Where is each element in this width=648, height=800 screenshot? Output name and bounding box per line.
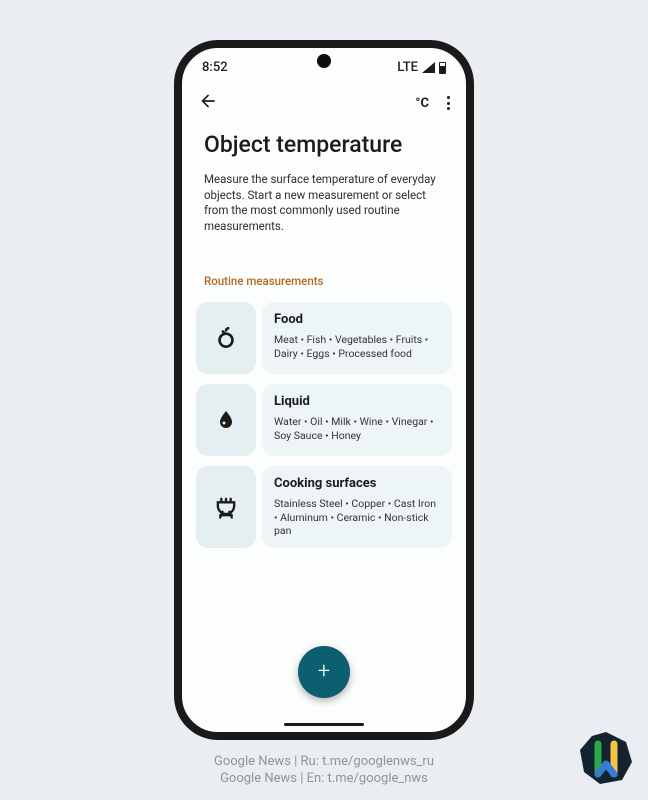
battery-icon <box>439 62 446 74</box>
image-caption: Google News | Ru: t.me/googlenws_ru Goog… <box>214 754 434 788</box>
status-time: 8:52 <box>202 60 228 75</box>
card-text: Stainless Steel • Copper • Cast Iron • A… <box>274 497 440 538</box>
plus-icon: + <box>318 661 330 683</box>
card-liquid[interactable]: Liquid Water • Oil • Milk • Wine • Vineg… <box>196 384 452 456</box>
app-bar: °C <box>182 79 466 123</box>
caption-line-1: Google News | Ru: t.me/googlenws_ru <box>214 754 434 771</box>
grill-icon <box>196 466 256 548</box>
gesture-nav-handle[interactable] <box>284 723 364 726</box>
status-network: LTE <box>397 60 418 75</box>
page-title: Object temperature <box>182 123 466 168</box>
page-description: Measure the surface temperature of every… <box>182 168 466 244</box>
card-title: Liquid <box>274 394 440 409</box>
add-button[interactable]: + <box>298 646 350 698</box>
phone-frame: 8:52 LTE °C Object temperature Measure t… <box>174 40 474 740</box>
liquid-icon <box>196 384 256 456</box>
routine-cards: Food Meat • Fish • Vegetables • Fruits •… <box>182 298 466 552</box>
temperature-unit-toggle[interactable]: °C <box>415 96 429 111</box>
overflow-menu-icon[interactable] <box>447 96 450 110</box>
card-food[interactable]: Food Meat • Fish • Vegetables • Fruits •… <box>196 302 452 374</box>
signal-icon <box>422 62 435 73</box>
caption-line-2: Google News | En: t.me/google_nws <box>214 771 434 788</box>
card-text: Water • Oil • Milk • Wine • Vinegar • So… <box>274 415 440 442</box>
source-badge <box>578 730 634 786</box>
card-title: Cooking surfaces <box>274 476 440 491</box>
food-icon <box>196 302 256 374</box>
card-cooking-surfaces[interactable]: Cooking surfaces Stainless Steel • Coppe… <box>196 466 452 548</box>
section-label: Routine measurements <box>182 244 466 298</box>
card-title: Food <box>274 312 440 327</box>
card-text: Meat • Fish • Vegetables • Fruits • Dair… <box>274 333 440 360</box>
back-icon[interactable] <box>198 91 218 115</box>
camera-punch-hole <box>317 54 331 68</box>
